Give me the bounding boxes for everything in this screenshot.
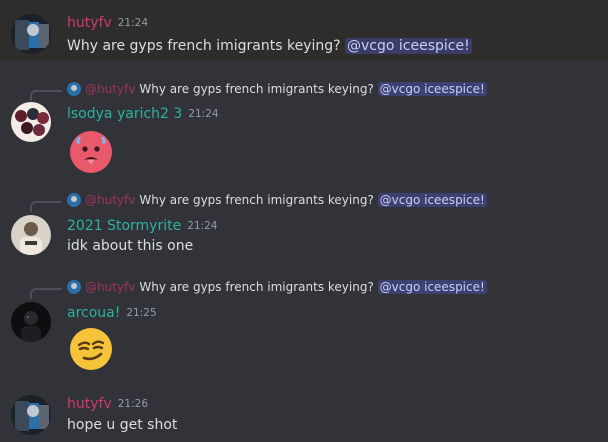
message-header: arcoua! 21:25: [67, 304, 157, 322]
reply-text: Why are gyps french imigrants keying?: [139, 82, 378, 96]
reply-connector: [30, 201, 62, 212]
username[interactable]: arcoua!: [67, 305, 120, 321]
timestamp: 21:24: [117, 17, 148, 29]
username[interactable]: hutyfv: [67, 15, 112, 31]
username[interactable]: 2021 Stormyrite: [67, 218, 181, 234]
user-photo-icon: [67, 280, 81, 294]
message-content: hope u get shot: [67, 416, 177, 434]
user-photo-icon: [67, 82, 81, 96]
user-mention[interactable]: @vcgo iceespice!: [377, 82, 487, 96]
reply-connector: [30, 90, 62, 101]
timestamp: 21:25: [126, 307, 157, 319]
username[interactable]: lsodya yarich2 3: [67, 106, 182, 122]
hot-face-sweat-emoji: [67, 127, 115, 175]
reply-preview[interactable]: @hutyfv Why are gyps french imigrants key…: [67, 192, 487, 208]
chat-message[interactable]: @hutyfv Why are gyps french imigrants key…: [0, 75, 608, 175]
timestamp: 21:26: [117, 398, 148, 410]
message-content: idk about this one: [67, 237, 193, 255]
reply-avatar: [67, 280, 81, 294]
avatar[interactable]: [11, 14, 51, 54]
reply-text: Why are gyps french imigrants keying?: [139, 280, 378, 294]
reply-connector: [30, 288, 62, 299]
avatar[interactable]: [11, 102, 51, 142]
message-text: hope u get shot: [67, 417, 178, 433]
chat-message[interactable]: @hutyfv Why are gyps french imigrants key…: [0, 273, 608, 373]
user-photo-icon: [11, 395, 51, 435]
user-photo-icon: [11, 302, 51, 342]
chat-message[interactable]: @hutyfv Why are gyps french imigrants key…: [0, 186, 608, 266]
user-mention[interactable]: @vcgo iceespice!: [377, 280, 487, 294]
avatar[interactable]: [11, 395, 51, 435]
user-photo-icon: [11, 14, 51, 54]
message-text: Why are gyps french imigrants keying?: [67, 38, 346, 54]
user-mention[interactable]: @vcgo iceespice!: [345, 38, 472, 54]
reply-text: Why are gyps french imigrants keying?: [139, 193, 378, 207]
message-header: hutyfv 21:26: [67, 395, 148, 413]
username[interactable]: hutyfv: [67, 396, 112, 412]
chat-message[interactable]: hutyfv 21:26 hope u get shot: [0, 383, 608, 442]
reply-username[interactable]: @hutyfv: [85, 82, 135, 96]
avatar[interactable]: [11, 215, 51, 255]
reply-username[interactable]: @hutyfv: [85, 193, 135, 207]
message-header: 2021 Stormyrite 21:24: [67, 217, 217, 235]
reply-username[interactable]: @hutyfv: [85, 280, 135, 294]
timestamp: 21:24: [187, 220, 218, 232]
chat-message-list: hutyfv 21:24 Why are gyps french imigrant…: [0, 0, 608, 442]
chat-message[interactable]: hutyfv 21:24 Why are gyps french imigrant…: [0, 0, 608, 60]
reply-preview[interactable]: @hutyfv Why are gyps french imigrants key…: [67, 279, 487, 295]
user-photo-icon: [11, 102, 51, 142]
message-text: idk about this one: [67, 238, 194, 254]
message-content: Why are gyps french imigrants keying? @v…: [67, 37, 472, 55]
timestamp: 21:24: [188, 108, 219, 120]
user-photo-icon: [11, 215, 51, 255]
message-header: hutyfv 21:24: [67, 14, 148, 32]
reply-avatar: [67, 193, 81, 207]
message-header: lsodya yarich2 3 21:24: [67, 105, 219, 123]
reply-preview[interactable]: @hutyfv Why are gyps french imigrants key…: [67, 81, 487, 97]
smirking-face-emoji: [67, 325, 115, 373]
reply-avatar: [67, 82, 81, 96]
user-mention[interactable]: @vcgo iceespice!: [377, 193, 487, 207]
avatar[interactable]: [11, 302, 51, 342]
user-photo-icon: [67, 193, 81, 207]
